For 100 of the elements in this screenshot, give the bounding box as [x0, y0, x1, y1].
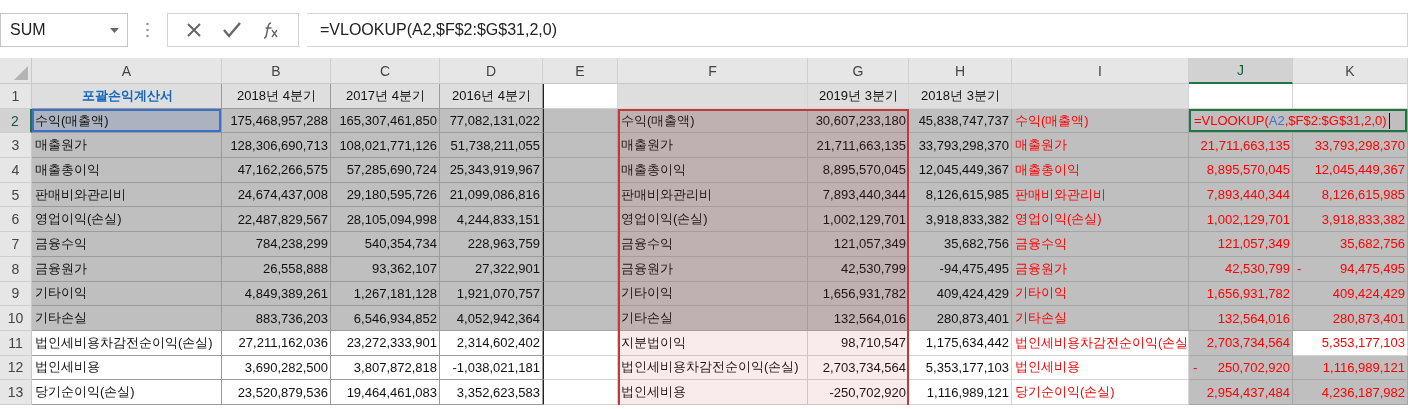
table-cell: 280,873,401 [1293, 306, 1408, 331]
drag-handle-icon[interactable] [146, 22, 149, 38]
table-cell: 매출원가 [32, 133, 222, 159]
table-cell: 165,307,461,850 [331, 108, 440, 134]
column-header[interactable]: E [543, 58, 618, 84]
table-cell: 법인세비용차감전순이익(손실) [618, 355, 808, 381]
row-header[interactable]: 8 [0, 256, 32, 282]
column-header[interactable]: A [32, 58, 222, 84]
row-header[interactable]: 13 [0, 380, 32, 405]
table-cell: 280,873,401 [909, 306, 1012, 331]
table-cell: 금융수익 [1012, 232, 1189, 257]
column-header[interactable]: K [1293, 58, 1408, 84]
column-header[interactable]: J [1189, 58, 1293, 84]
table-cell: 33,793,298,370 [909, 133, 1012, 159]
table-cell: 8,895,570,045 [808, 158, 909, 183]
table-cell: 12,045,449,367 [1293, 158, 1408, 183]
table-cell: 매출원가 [1012, 133, 1189, 159]
table-cell: 1,116,989,121 [1293, 355, 1408, 381]
table-cell: 24,674,437,008 [222, 182, 331, 208]
table-cell: 1,267,181,128 [331, 281, 440, 307]
table-cell: 포괄손익계산서 [32, 84, 222, 109]
row-header[interactable]: 2 [0, 108, 32, 134]
table-cell: 기타이익 [32, 281, 222, 307]
formula-field[interactable]: =VLOOKUP(A2,$F$2:$G$31,2,0) [307, 13, 1408, 47]
table-cell: 23,520,879,536 [222, 380, 331, 405]
row-header[interactable]: 7 [0, 232, 32, 257]
table-cell: 기타손실 [618, 306, 808, 331]
table-cell: 175,468,957,288 [222, 108, 331, 134]
column-header[interactable]: H [909, 58, 1012, 84]
table-cell: 금융원가 [32, 256, 222, 282]
table-cell: 132,564,016 [1189, 306, 1293, 331]
column-header[interactable]: I [1012, 58, 1189, 84]
table-cell: 수익(매출액) [32, 108, 222, 134]
table-cell: 540,354,734 [331, 232, 440, 257]
column-header[interactable]: C [331, 58, 440, 84]
table-cell: 당기순이익(손실) [1012, 380, 1189, 405]
table-cell: 1,002,129,701 [808, 207, 909, 233]
table-cell: 법인세비용 [618, 380, 808, 405]
column-header[interactable]: F [618, 58, 808, 84]
table-cell: 42,530,799 [1189, 256, 1293, 282]
table-cell: 77,082,131,022 [440, 108, 543, 134]
column-header[interactable]: B [222, 58, 331, 84]
table-cell: 409,424,429 [1293, 281, 1408, 307]
row-header[interactable]: 1 [0, 84, 32, 109]
row-header[interactable]: 5 [0, 182, 32, 208]
row-header[interactable]: 9 [0, 281, 32, 307]
table-cell: -1,038,021,181 [440, 355, 543, 381]
table-cell: 883,736,203 [222, 306, 331, 331]
table-cell: 1,116,989,121 [909, 380, 1012, 405]
table-cell: 1,175,634,442 [909, 330, 1012, 356]
minus-sign: - [1193, 359, 1198, 375]
table-cell: 27,211,162,036 [222, 330, 331, 356]
table-cell: 4,244,833,151 [440, 207, 543, 233]
table-cell: 판매비와관리비 [618, 182, 808, 208]
function-icon[interactable] [261, 21, 280, 39]
name-box[interactable]: SUM [0, 13, 128, 47]
table-cell: 2,314,602,402 [440, 330, 543, 356]
row-header[interactable]: 3 [0, 133, 32, 159]
table-cell: 228,963,759 [440, 232, 543, 257]
table-cell: 2,703,734,564 [1189, 330, 1293, 356]
row-header[interactable]: 4 [0, 158, 32, 183]
table-cell: 3,352,623,583 [440, 380, 543, 405]
table-cell: 29,180,595,726 [331, 182, 440, 208]
row-header[interactable]: 12 [0, 355, 32, 381]
cancel-icon[interactable] [186, 22, 203, 38]
table-cell: 매출총이익 [1012, 158, 1189, 183]
table-cell: 법인세비용차감전순이익(손실 [1012, 330, 1189, 356]
table-cell: 30,607,233,180 [808, 108, 909, 134]
table-cell: 1,656,931,782 [808, 281, 909, 307]
table-cell: 7,893,440,344 [1189, 182, 1293, 208]
table-cell: 121,057,349 [1189, 232, 1293, 257]
table-cell: 법인세비용 [1012, 355, 1189, 381]
table-cell: 51,738,211,055 [440, 133, 543, 159]
table-cell: 3,690,282,500 [222, 355, 331, 381]
row-header[interactable]: 11 [0, 330, 32, 356]
table-cell: 28,105,094,998 [331, 207, 440, 233]
table-cell: 3,918,833,382 [1293, 207, 1408, 233]
table-cell: 8,126,615,985 [909, 182, 1012, 208]
table-cell: 기타이익 [618, 281, 808, 307]
table-cell: 3,807,872,818 [331, 355, 440, 381]
table-cell: 4,849,389,261 [222, 281, 331, 307]
table-cell: 8,126,615,985 [1293, 182, 1408, 208]
table-cell: 금융원가 [1012, 256, 1189, 282]
column-header[interactable]: G [808, 58, 909, 84]
table-cell: 2016년 4분기 [440, 84, 543, 109]
column-header[interactable]: D [440, 58, 543, 84]
table-cell: 19,464,461,083 [331, 380, 440, 405]
caret-icon [110, 27, 119, 33]
table-cell: 1,921,070,757 [440, 281, 543, 307]
row-header[interactable]: 10 [0, 306, 32, 331]
table-cell: 21,711,663,135 [1189, 133, 1293, 159]
table-cell: 수익(매출액) [1012, 108, 1189, 134]
table-cell: 기타손실 [1012, 306, 1189, 331]
table-cell: 25,343,919,967 [440, 158, 543, 183]
table-cell: 22,487,829,567 [222, 207, 331, 233]
row-header[interactable]: 6 [0, 207, 32, 233]
check-icon[interactable] [223, 22, 241, 38]
table-cell: 4,236,187,982 [1293, 380, 1408, 405]
table-cell: 121,057,349 [808, 232, 909, 257]
table-cell: 2,954,437,484 [1189, 380, 1293, 405]
